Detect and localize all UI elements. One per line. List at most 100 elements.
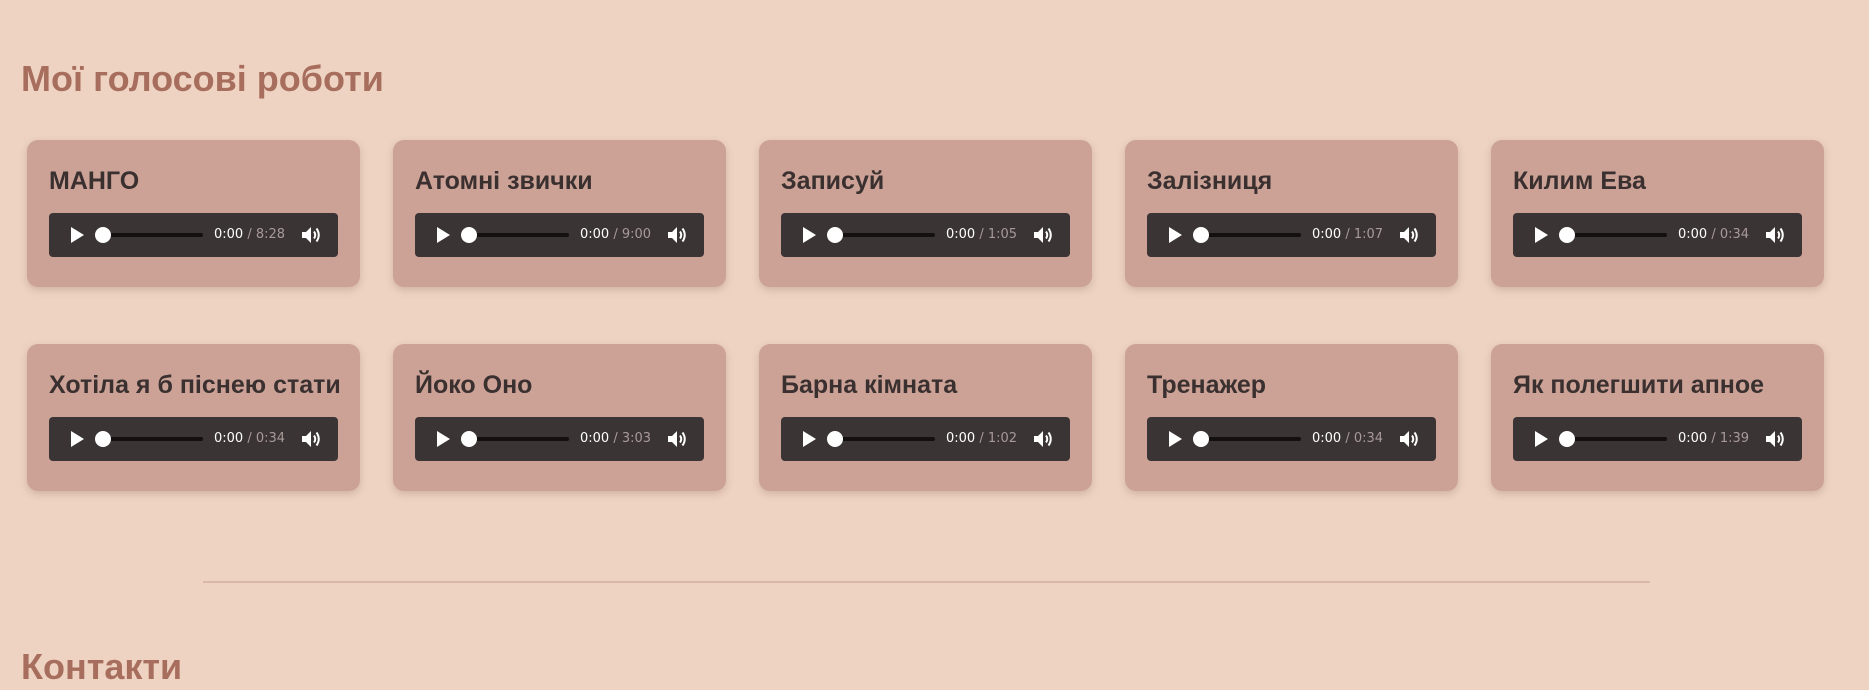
play-icon[interactable] (433, 226, 453, 244)
time-display: 0:00 / 8:28 (214, 226, 285, 244)
audio-player: 0:00 / 1:02 (781, 417, 1070, 461)
current-time: 0:00 (1678, 227, 1708, 242)
audio-player: 0:00 / 8:28 (49, 213, 338, 257)
play-icon[interactable] (799, 430, 819, 448)
duration: 9:00 (621, 227, 652, 242)
time-separator: / (247, 431, 252, 446)
time-separator: / (1345, 227, 1350, 242)
recordings-grid: МАНГО 0:00 / 8:28 Атомні звички 0:00 / 9… (27, 140, 1824, 491)
current-time: 0:00 (946, 431, 976, 446)
recording-title: Як полегшити апное (1513, 371, 1765, 399)
volume-icon[interactable] (1764, 225, 1786, 245)
recording-card: Атомні звички 0:00 / 9:00 (393, 140, 726, 287)
play-icon[interactable] (1165, 226, 1185, 244)
volume-icon[interactable] (300, 429, 322, 449)
volume-icon[interactable] (1398, 429, 1420, 449)
time-separator: / (613, 227, 618, 242)
duration: 1:07 (1353, 227, 1384, 242)
volume-icon[interactable] (1032, 429, 1054, 449)
seek-handle[interactable] (461, 431, 477, 447)
time-separator: / (979, 227, 984, 242)
play-icon[interactable] (1531, 430, 1551, 448)
seek-handle[interactable] (827, 227, 843, 243)
time-separator: / (247, 227, 252, 242)
audio-player: 0:00 / 1:07 (1147, 213, 1436, 257)
seek-slider[interactable] (827, 227, 935, 243)
play-icon[interactable] (67, 430, 87, 448)
recording-title: Записуй (781, 167, 885, 195)
audio-player: 0:00 / 1:05 (781, 213, 1070, 257)
play-icon[interactable] (799, 226, 819, 244)
current-time: 0:00 (1312, 227, 1342, 242)
seek-handle[interactable] (1193, 431, 1209, 447)
time-separator: / (613, 431, 618, 446)
recording-card: Як полегшити апное 0:00 / 1:39 (1491, 344, 1824, 491)
seek-slider[interactable] (461, 227, 569, 243)
seek-slider[interactable] (95, 227, 203, 243)
recording-card: Килим Ева 0:00 / 0:34 (1491, 140, 1824, 287)
seek-slider[interactable] (1559, 431, 1667, 447)
audio-player: 0:00 / 1:39 (1513, 417, 1802, 461)
time-display: 0:00 / 1:39 (1678, 430, 1749, 448)
seek-handle[interactable] (95, 227, 111, 243)
duration: 0:34 (1353, 431, 1384, 446)
time-display: 0:00 / 3:03 (580, 430, 651, 448)
seek-slider[interactable] (1193, 431, 1301, 447)
seek-slider[interactable] (1559, 227, 1667, 243)
recording-title: Тренажер (1147, 371, 1267, 399)
recording-title: МАНГО (49, 167, 140, 195)
duration: 0:34 (255, 431, 286, 446)
play-icon[interactable] (67, 226, 87, 244)
volume-icon[interactable] (666, 429, 688, 449)
seek-slider[interactable] (1193, 227, 1301, 243)
time-display: 0:00 / 1:02 (946, 430, 1017, 448)
play-icon[interactable] (1165, 430, 1185, 448)
duration: 1:39 (1719, 431, 1750, 446)
time-separator: / (1345, 431, 1350, 446)
recording-title: Атомні звички (415, 167, 593, 195)
seek-handle[interactable] (1193, 227, 1209, 243)
duration: 8:28 (255, 227, 286, 242)
recording-title: Барна кімната (781, 371, 958, 399)
play-icon[interactable] (1531, 226, 1551, 244)
audio-player: 0:00 / 0:34 (1147, 417, 1436, 461)
time-display: 0:00 / 0:34 (1678, 226, 1749, 244)
current-time: 0:00 (580, 227, 610, 242)
recording-card: МАНГО 0:00 / 8:28 (27, 140, 360, 287)
recording-card: Записуй 0:00 / 1:05 (759, 140, 1092, 287)
current-time: 0:00 (1312, 431, 1342, 446)
volume-icon[interactable] (1398, 225, 1420, 245)
time-display: 0:00 / 0:34 (1312, 430, 1383, 448)
seek-handle[interactable] (461, 227, 477, 243)
seek-slider[interactable] (827, 431, 935, 447)
section-title-contacts: Контакти (21, 646, 183, 687)
recording-card: Йоко Оно 0:00 / 3:03 (393, 344, 726, 491)
volume-icon[interactable] (666, 225, 688, 245)
duration: 3:03 (621, 431, 652, 446)
recording-title: Хотіла я б піснею стати (49, 371, 341, 399)
current-time: 0:00 (214, 431, 244, 446)
volume-icon[interactable] (300, 225, 322, 245)
time-separator: / (1711, 227, 1716, 242)
play-icon[interactable] (433, 430, 453, 448)
seek-handle[interactable] (1559, 431, 1575, 447)
recording-title: Килим Ева (1513, 167, 1646, 195)
time-display: 0:00 / 9:00 (580, 226, 651, 244)
seek-handle[interactable] (95, 431, 111, 447)
seek-slider[interactable] (461, 431, 569, 447)
seek-handle[interactable] (1559, 227, 1575, 243)
audio-player: 0:00 / 3:03 (415, 417, 704, 461)
volume-icon[interactable] (1764, 429, 1786, 449)
current-time: 0:00 (946, 227, 976, 242)
seek-slider[interactable] (95, 431, 203, 447)
section-divider (203, 581, 1650, 583)
time-display: 0:00 / 1:07 (1312, 226, 1383, 244)
section-title-voice-works: Мої голосові роботи (21, 58, 384, 99)
volume-icon[interactable] (1032, 225, 1054, 245)
duration: 1:02 (987, 431, 1018, 446)
duration: 0:34 (1719, 227, 1750, 242)
current-time: 0:00 (214, 227, 244, 242)
duration: 1:05 (987, 227, 1018, 242)
current-time: 0:00 (1678, 431, 1708, 446)
seek-handle[interactable] (827, 431, 843, 447)
